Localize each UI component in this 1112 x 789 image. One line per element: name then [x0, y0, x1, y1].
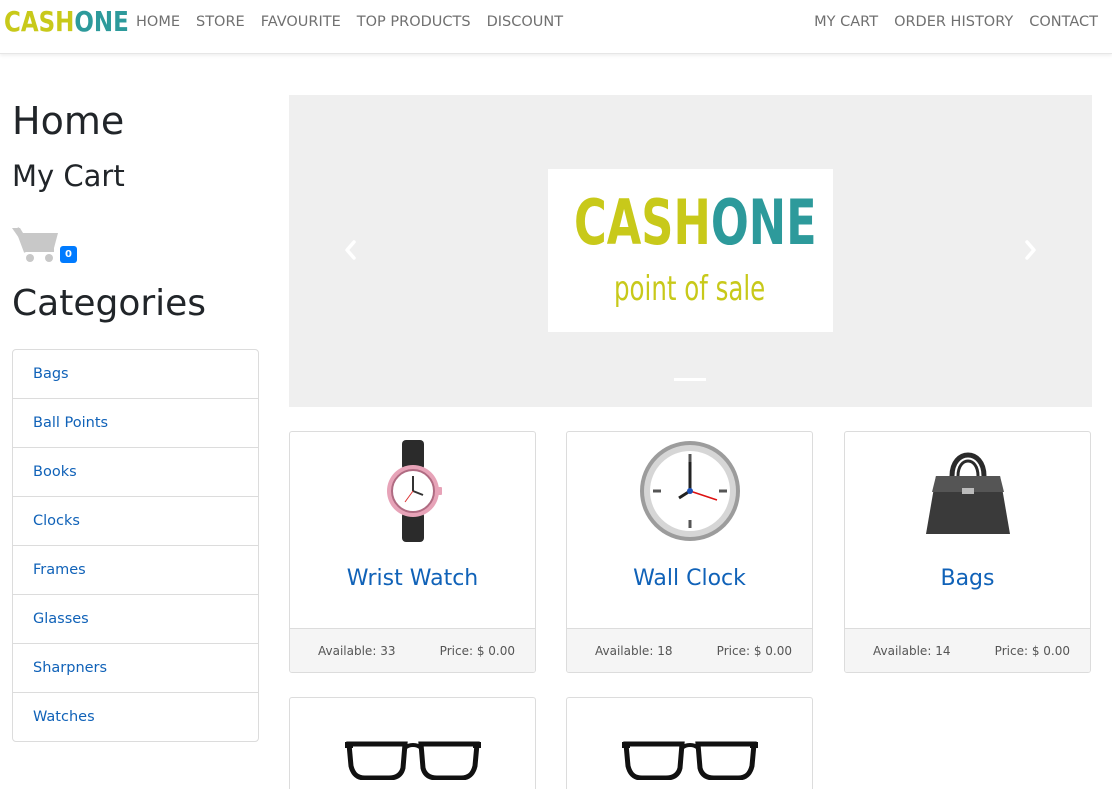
chevron-left-icon[interactable] — [339, 235, 361, 265]
product-card[interactable] — [566, 697, 813, 789]
availability: Available: 18 — [595, 643, 673, 658]
price: Price: $ 0.00 — [716, 643, 792, 658]
product-card[interactable] — [289, 697, 536, 789]
handbag-icon — [925, 452, 1010, 534]
category-sharpners[interactable]: Sharpners — [13, 644, 258, 693]
glasses-icon — [621, 741, 758, 780]
product-image[interactable] — [845, 432, 1090, 550]
nav-top-products[interactable]: TOP PRODUCTS — [349, 14, 479, 30]
category-ball-points[interactable]: Ball Points — [13, 399, 258, 448]
product-footer: Available: 18 Price: $ 0.00 — [567, 628, 812, 672]
price: Price: $ 0.00 — [439, 643, 515, 658]
category-books[interactable]: Books — [13, 448, 258, 497]
home-heading: Home — [12, 99, 125, 143]
product-title[interactable]: Wall Clock — [567, 566, 812, 591]
my-cart-heading: My Cart — [12, 159, 125, 193]
wrist-watch-icon — [386, 440, 442, 542]
category-bags[interactable]: Bags — [13, 350, 258, 399]
product-image[interactable] — [290, 698, 535, 789]
nav-right: MY CART ORDER HISTORY CONTACT — [806, 0, 1106, 44]
hero-carousel: CASHONE point of sale — [289, 95, 1092, 407]
chevron-right-icon[interactable] — [1020, 235, 1042, 265]
nav-my-cart[interactable]: MY CART — [806, 14, 886, 30]
product-image[interactable] — [290, 432, 535, 550]
category-clocks[interactable]: Clocks — [13, 497, 258, 546]
nav-discount[interactable]: DISCOUNT — [479, 14, 572, 30]
nav-contact[interactable]: CONTACT — [1021, 14, 1106, 30]
product-card[interactable]: Bags Available: 14 Price: $ 0.00 — [844, 431, 1091, 673]
cart-count-badge: 0 — [60, 246, 77, 263]
price: Price: $ 0.00 — [994, 643, 1070, 658]
top-navbar: CASH ONE HOME STORE FAVOURITE TOP PRODUCT… — [0, 0, 1112, 54]
carousel-tagline: point of sale — [614, 269, 766, 309]
sidebar: Home My Cart 0 Categories Bags Ball Poin… — [12, 95, 259, 742]
product-footer: Available: 14 Price: $ 0.00 — [845, 628, 1090, 672]
product-image[interactable] — [567, 698, 812, 789]
cart-widget[interactable]: 0 — [12, 224, 259, 274]
brand-part1: CASH — [4, 5, 75, 38]
category-glasses[interactable]: Glasses — [13, 595, 258, 644]
nav-order-history[interactable]: ORDER HISTORY — [886, 14, 1021, 30]
category-watches[interactable]: Watches — [13, 693, 258, 741]
categories-heading: Categories — [12, 283, 207, 324]
glasses-icon — [344, 741, 481, 780]
product-footer: Available: 33 Price: $ 0.00 — [290, 628, 535, 672]
nav-home[interactable]: HOME — [128, 14, 188, 30]
nav-left: HOME STORE FAVOURITE TOP PRODUCTS DISCOU… — [128, 0, 571, 44]
availability: Available: 33 — [318, 643, 396, 658]
product-title[interactable]: Wrist Watch — [290, 566, 535, 591]
carousel-slide-logo: CASHONE point of sale — [548, 169, 833, 332]
brand-part2: ONE — [74, 5, 129, 38]
shopping-cart-icon[interactable] — [12, 224, 60, 264]
carousel-indicator[interactable] — [674, 378, 706, 381]
product-image[interactable] — [567, 432, 812, 550]
nav-favourite[interactable]: FAVOURITE — [253, 14, 349, 30]
category-list: Bags Ball Points Books Clocks Frames Gla… — [12, 349, 259, 742]
product-card[interactable]: Wall Clock Available: 18 Price: $ 0.00 — [566, 431, 813, 673]
brand-logo[interactable]: CASH ONE — [4, 6, 129, 38]
nav-store[interactable]: STORE — [188, 14, 253, 30]
product-title[interactable]: Bags — [845, 566, 1090, 591]
category-frames[interactable]: Frames — [13, 546, 258, 595]
wall-clock-icon — [639, 441, 740, 541]
product-card[interactable]: Wrist Watch Available: 33 Price: $ 0.00 — [289, 431, 536, 673]
carousel-logo-text: CASHONE — [574, 186, 817, 259]
availability: Available: 14 — [873, 643, 951, 658]
